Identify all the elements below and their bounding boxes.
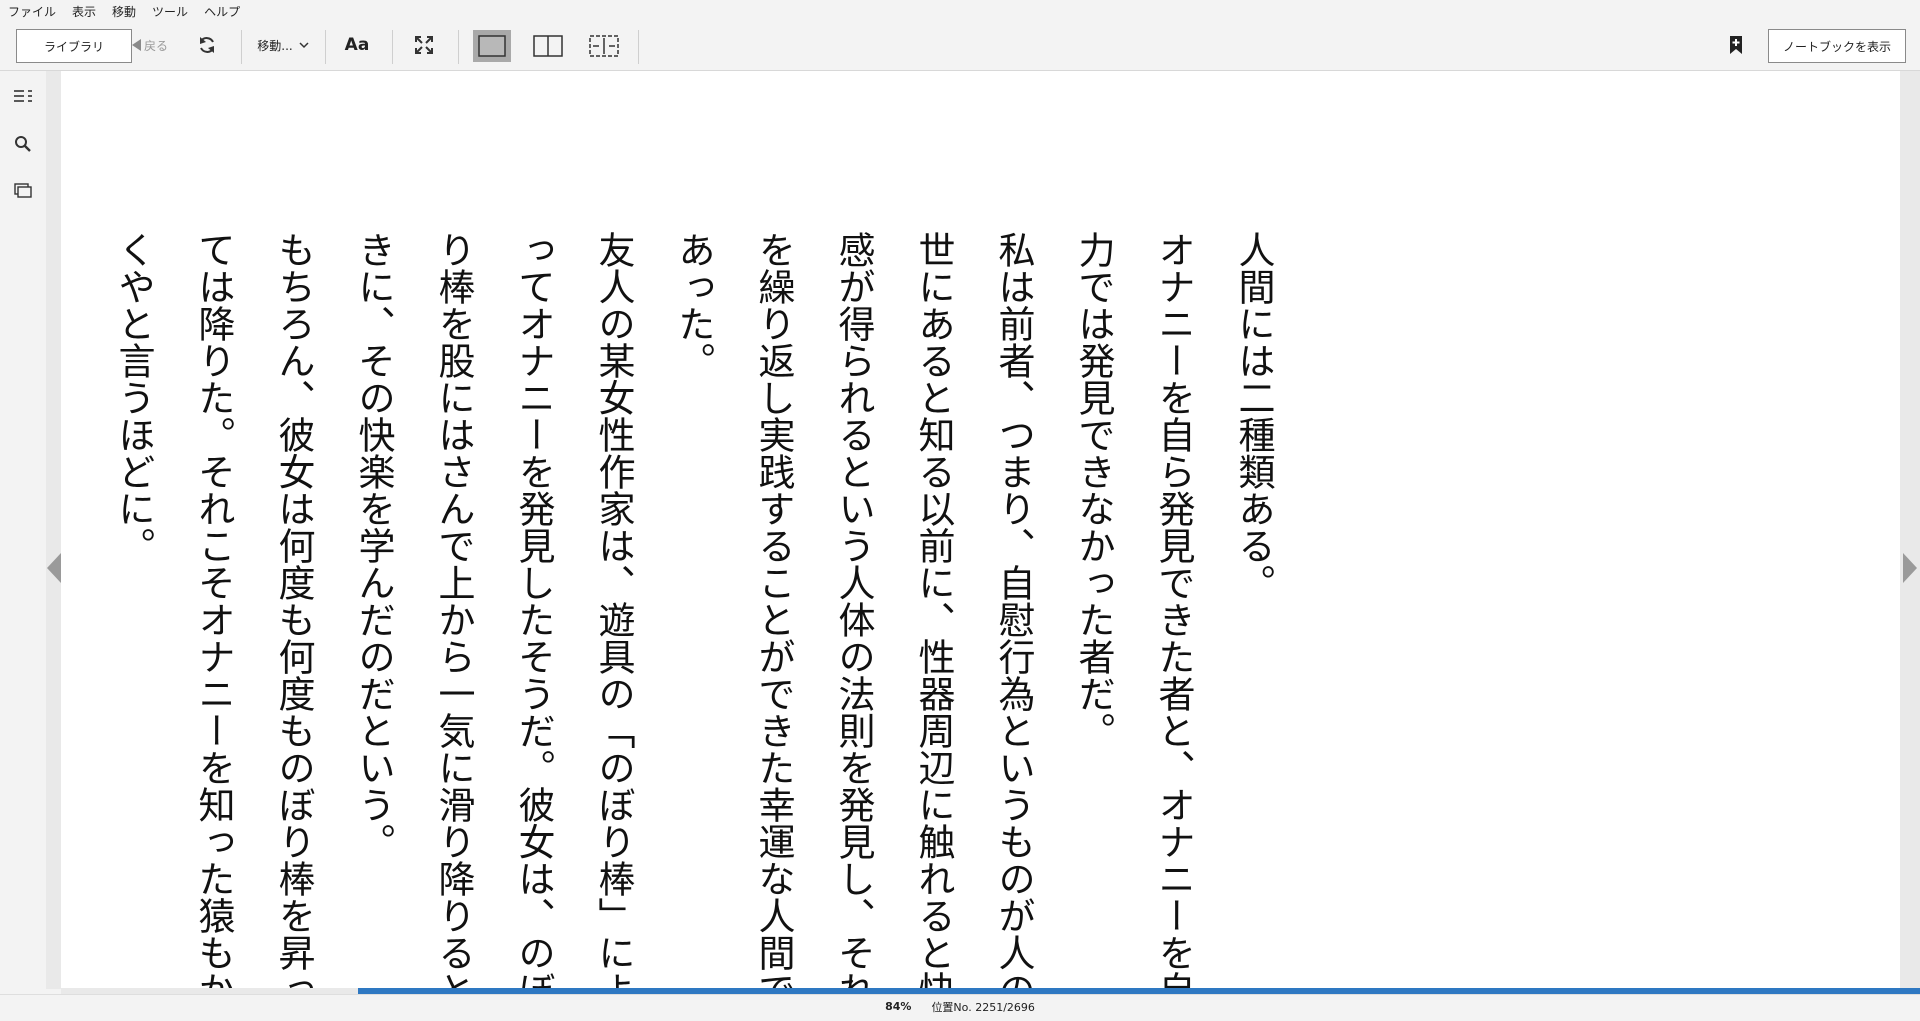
toc-icon[interactable] xyxy=(12,85,34,107)
separator xyxy=(325,30,326,64)
library-button[interactable]: ライブラリ xyxy=(16,29,132,63)
two-page-view-button[interactable] xyxy=(529,30,567,62)
menu-bar: ファイル 表示 移動 ツール ヘルプ xyxy=(0,0,1920,22)
font-label: Aa xyxy=(344,35,370,55)
font-settings-button[interactable]: Aa xyxy=(340,29,374,61)
menu-tools[interactable]: ツール xyxy=(144,3,196,20)
menu-file[interactable]: ファイル xyxy=(0,3,64,20)
sidebar xyxy=(0,71,46,989)
paragraph: オナニーを自ら発見できた者と、オナニーを自力では発見できなかった者だ。 xyxy=(1072,231,1195,1008)
fit-width-icon xyxy=(589,35,619,57)
reading-page: 人間には二種類ある。 オナニーを自ら発見できた者と、オナニーを自力では発見できな… xyxy=(61,71,1900,1008)
separator xyxy=(458,30,459,64)
library-label: ライブラリ xyxy=(43,39,104,54)
separator xyxy=(638,30,639,64)
bookmark-add-icon[interactable] xyxy=(1724,33,1748,57)
left-gutter xyxy=(46,71,61,989)
show-notebook-button[interactable]: ノートブックを表示 xyxy=(1768,29,1906,63)
separator xyxy=(392,30,393,64)
toolbar: ライブラリ 戻る 移動... Aa ノートブックを表示 xyxy=(0,22,1920,71)
back-arrow-icon xyxy=(131,39,141,51)
next-page-icon[interactable] xyxy=(1902,552,1918,584)
notebook-label: ノートブックを表示 xyxy=(1782,39,1891,54)
back-button[interactable]: 戻る xyxy=(126,29,174,61)
back-label: 戻る xyxy=(143,38,168,53)
status-bar: 84% 位置No. 2251/2696 xyxy=(0,994,1920,1018)
location-indicator: 位置No. 2251/2696 xyxy=(931,1000,1035,1014)
paragraph: 友人の某女性作家は、遊具の「のぼり棒」によってオナニーを発見したそうだ。彼女は、… xyxy=(352,231,635,1008)
chevron-down-icon xyxy=(299,41,309,49)
single-page-icon xyxy=(478,35,506,57)
fit-width-view-button[interactable] xyxy=(585,30,623,62)
goto-menu-button[interactable]: 移動... xyxy=(250,29,316,61)
goto-label: 移動... xyxy=(257,38,293,53)
menu-help[interactable]: ヘルプ xyxy=(196,3,248,20)
single-page-view-button[interactable] xyxy=(473,30,511,62)
separator xyxy=(241,30,242,64)
paragraph: もちろん、彼女は何度も何度ものぼり棒を昇っては降りた。それこそオナニーを知った猿… xyxy=(112,231,315,1008)
fullscreen-icon[interactable] xyxy=(412,33,436,57)
two-page-icon xyxy=(533,35,563,57)
menu-go[interactable]: 移動 xyxy=(104,3,144,20)
paragraph: 私は前者、つまり、自慰行為というものが人の世にあると知る以前に、性器周辺に触れる… xyxy=(672,231,1035,1008)
search-icon[interactable] xyxy=(12,133,34,155)
progress-percent: 84% xyxy=(885,1000,912,1013)
menu-view[interactable]: 表示 xyxy=(64,3,104,20)
paragraph: 人間には二種類ある。 xyxy=(1232,231,1275,601)
prev-page-icon[interactable] xyxy=(46,552,62,584)
right-gutter xyxy=(1900,71,1920,989)
refresh-icon[interactable] xyxy=(195,33,219,57)
flashcards-icon[interactable] xyxy=(12,180,34,202)
page-text: 人間には二種類ある。 オナニーを自ら発見できた者と、オナニーを自力では発見できな… xyxy=(93,231,1293,1021)
